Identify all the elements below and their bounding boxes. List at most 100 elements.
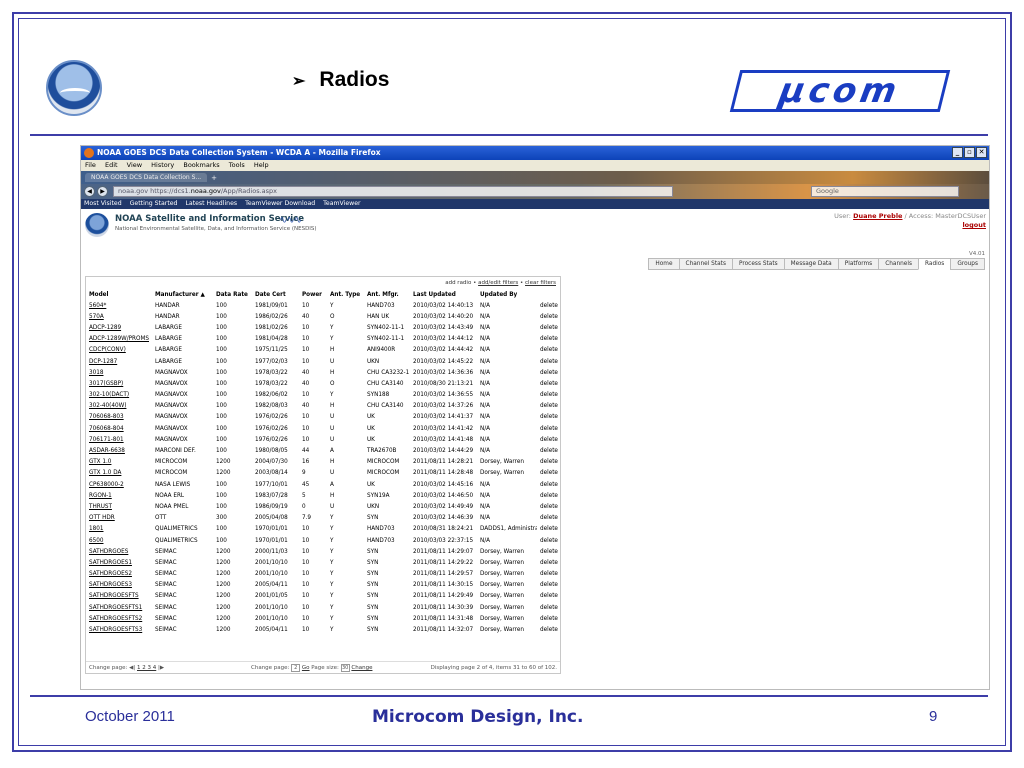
menu-tools[interactable]: Tools — [229, 161, 245, 169]
model-link[interactable]: 302-10(DACT) — [86, 390, 152, 401]
model-link[interactable]: GTX 1.0 DA — [86, 468, 152, 479]
model-link[interactable]: 706171-801 — [86, 434, 152, 445]
edit-filters-link[interactable]: add/edit filters — [478, 280, 518, 286]
delete-link[interactable]: delete — [537, 479, 562, 490]
delete-link[interactable]: delete — [537, 390, 562, 401]
delete-link[interactable]: delete — [537, 334, 562, 345]
model-link[interactable]: OTT HDR — [86, 513, 152, 524]
close-button[interactable]: ✕ — [976, 147, 987, 158]
column-header-data-rate[interactable]: Data Rate — [213, 289, 252, 300]
delete-link[interactable]: delete — [537, 513, 562, 524]
model-link[interactable]: ADCP-1289 — [86, 322, 152, 333]
tab-message-data[interactable]: Message Data — [783, 258, 839, 270]
delete-link[interactable]: delete — [537, 445, 562, 456]
delete-link[interactable]: delete — [537, 535, 562, 546]
column-header-ant-mfgr[interactable]: Ant. Mfgr. — [364, 289, 410, 300]
model-link[interactable]: DCP-1287 — [86, 356, 152, 367]
browser-tab[interactable]: NOAA GOES DCS Data Collection S... — [85, 173, 208, 182]
delete-link[interactable]: delete — [537, 311, 562, 322]
delete-link[interactable]: delete — [537, 624, 562, 635]
tab-radios[interactable]: Radios — [918, 258, 952, 270]
delete-link[interactable]: delete — [537, 300, 562, 311]
model-link[interactable]: 302-40(40W) — [86, 401, 152, 412]
tab-channels[interactable]: Channels — [878, 258, 920, 270]
delete-link[interactable]: delete — [537, 423, 562, 434]
delete-link[interactable]: delete — [537, 524, 562, 535]
menu-edit[interactable]: Edit — [105, 161, 118, 169]
menu-view[interactable]: View — [127, 161, 142, 169]
model-link[interactable]: SATHDRGOESFTS3 — [86, 624, 152, 635]
column-header-last-updated[interactable]: Last Updated — [410, 289, 477, 300]
column-header-ant-type[interactable]: Ant. Type — [327, 289, 364, 300]
bookmark-teamviewer-download[interactable]: TeamViewer Download — [245, 200, 315, 207]
model-link[interactable]: 1801 — [86, 524, 152, 535]
tab-groups[interactable]: Groups — [950, 258, 985, 270]
model-link[interactable]: 3017(GSBP) — [86, 378, 152, 389]
column-header-updated-by[interactable]: Updated By — [477, 289, 537, 300]
tab-channel-stats[interactable]: Channel Stats — [678, 258, 733, 270]
delete-link[interactable]: delete — [537, 367, 562, 378]
back-button[interactable]: ◀ — [84, 186, 95, 197]
delete-link[interactable]: delete — [537, 546, 562, 557]
new-tab-icon[interactable]: + — [211, 174, 217, 182]
model-link[interactable]: ADCP-1289W/PROMS — [86, 334, 152, 345]
delete-link[interactable]: delete — [537, 591, 562, 602]
menu-help[interactable]: Help — [254, 161, 269, 169]
user-name-link[interactable]: Duane Preble — [853, 212, 902, 220]
menu-file[interactable]: File — [85, 161, 96, 169]
model-link[interactable]: SATHDRGOES — [86, 546, 152, 557]
tab-platforms[interactable]: Platforms — [837, 258, 880, 270]
delete-link[interactable]: delete — [537, 490, 562, 501]
model-link[interactable]: SATHDRGOES2 — [86, 569, 152, 580]
model-link[interactable]: CDCP(CONV) — [86, 345, 152, 356]
model-link[interactable]: 3018 — [86, 367, 152, 378]
delete-link[interactable]: delete — [537, 602, 562, 613]
model-link[interactable]: THRUST — [86, 501, 152, 512]
model-link[interactable]: CP638000-2 — [86, 479, 152, 490]
bookmark-getting-started[interactable]: Getting Started — [130, 200, 178, 207]
model-link[interactable]: 570A — [86, 311, 152, 322]
delete-link[interactable]: delete — [537, 457, 562, 468]
clear-filters-link[interactable]: clear filters — [525, 280, 556, 286]
page-links[interactable]: 1 2 3 4 — [137, 665, 156, 671]
bookmark-latest-headlines[interactable]: Latest Headlines — [185, 200, 237, 207]
delete-link[interactable]: delete — [537, 345, 562, 356]
url-bar[interactable]: noaa.gov https://dcs1.noaa.gov/App/Radio… — [113, 186, 673, 197]
add-radio-link[interactable]: add radio — [445, 280, 471, 286]
model-link[interactable]: 706068-803 — [86, 412, 152, 423]
model-link[interactable]: RGON-1 — [86, 490, 152, 501]
delete-link[interactable]: delete — [537, 557, 562, 568]
tab-home[interactable]: Home — [648, 258, 680, 270]
maximize-button[interactable]: ▫ — [964, 147, 975, 158]
delete-link[interactable]: delete — [537, 434, 562, 445]
page-size-input[interactable]: 30 — [340, 663, 350, 672]
column-header-date-cert[interactable]: Date Cert — [252, 289, 299, 300]
model-link[interactable]: 706068-804 — [86, 423, 152, 434]
delete-link[interactable]: delete — [537, 468, 562, 479]
column-header-power[interactable]: Power — [299, 289, 327, 300]
model-link[interactable]: SATHDRGOES1 — [86, 557, 152, 568]
column-header-model[interactable]: Model — [86, 289, 152, 300]
change-page-size-button[interactable]: Change — [351, 665, 372, 671]
page-number-input[interactable]: 2 — [291, 663, 301, 672]
column-header-manufacturer[interactable]: Manufacturer ▲ — [152, 289, 213, 300]
delete-link[interactable]: delete — [537, 580, 562, 591]
bookmark-most-visited[interactable]: Most Visited — [84, 200, 122, 207]
tab-process-stats[interactable]: Process Stats — [731, 258, 785, 270]
model-link[interactable]: ASDAR-6638 — [86, 445, 152, 456]
model-link[interactable]: GTX 1.0 — [86, 457, 152, 468]
delete-link[interactable]: delete — [537, 378, 562, 389]
model-link[interactable]: 6500 — [86, 535, 152, 546]
delete-link[interactable]: delete — [537, 613, 562, 624]
model-link[interactable]: SATHDRGOESFTS — [86, 591, 152, 602]
menu-bookmarks[interactable]: Bookmarks — [183, 161, 219, 169]
delete-link[interactable]: delete — [537, 501, 562, 512]
delete-link[interactable]: delete — [537, 401, 562, 412]
menu-history[interactable]: History — [151, 161, 174, 169]
forward-button[interactable]: ▶ — [97, 186, 108, 197]
delete-link[interactable]: delete — [537, 569, 562, 580]
model-link[interactable]: SATHDRGOES3 — [86, 580, 152, 591]
model-link[interactable]: 5604* — [86, 300, 152, 311]
go-button[interactable]: Go — [302, 665, 310, 671]
delete-link[interactable]: delete — [537, 412, 562, 423]
